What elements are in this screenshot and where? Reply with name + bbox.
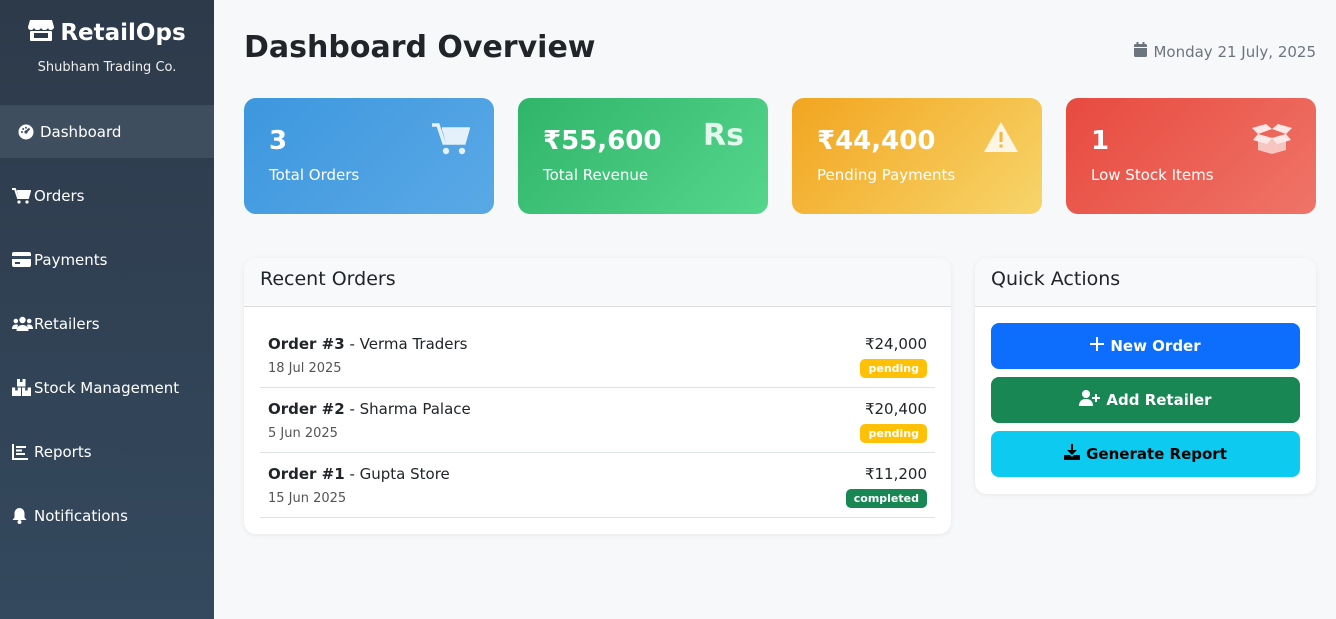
order-amount: ₹11,200 bbox=[864, 465, 927, 483]
recent-orders-card: Recent Orders Order #3 - Verma Traders 1… bbox=[244, 258, 951, 534]
sidebar-item-label: Dashboard bbox=[40, 122, 122, 141]
cart-icon bbox=[12, 187, 34, 204]
generate-report-button[interactable]: Generate Report bbox=[991, 431, 1300, 477]
sidebar-item-notifications[interactable]: Notifications bbox=[0, 489, 214, 542]
order-retailer: - Sharma Palace bbox=[349, 400, 471, 418]
stat-card-total-revenue: ₹55,600 Total Revenue Rs bbox=[518, 98, 768, 214]
stat-card-total-orders: 3 Total Orders bbox=[244, 98, 494, 214]
order-name: Order #1 - Gupta Store bbox=[268, 465, 927, 483]
plus-icon bbox=[1090, 337, 1105, 355]
status-badge: pending bbox=[860, 359, 927, 378]
sidebar-item-dashboard[interactable]: Dashboard bbox=[0, 105, 214, 158]
user-plus-icon bbox=[1079, 390, 1101, 410]
store-icon bbox=[28, 18, 55, 48]
stat-label: Total Revenue bbox=[543, 166, 649, 184]
sidebar-item-orders[interactable]: Orders bbox=[0, 169, 214, 222]
order-number: Order #2 bbox=[268, 400, 345, 418]
rupee-icon: Rs bbox=[703, 118, 744, 153]
page-title: Dashboard Overview bbox=[244, 30, 596, 65]
sidebar-item-label: Reports bbox=[34, 442, 92, 461]
company-name: Shubham Trading Co. bbox=[37, 60, 177, 75]
order-retailer: - Verma Traders bbox=[349, 335, 468, 353]
order-list: Order #3 - Verma Traders 18 Jul 2025 ₹24… bbox=[244, 307, 951, 518]
order-amount: ₹24,000 bbox=[864, 335, 927, 353]
sidebar-item-label: Stock Management bbox=[34, 378, 180, 397]
new-order-button[interactable]: New Order bbox=[991, 323, 1300, 369]
order-amount: ₹20,400 bbox=[864, 400, 927, 418]
add-retailer-button[interactable]: Add Retailer bbox=[991, 377, 1300, 423]
download-icon bbox=[1064, 444, 1081, 464]
order-number: Order #3 bbox=[268, 335, 345, 353]
order-number: Order #1 bbox=[268, 465, 345, 483]
status-badge: completed bbox=[845, 489, 927, 508]
order-date: 18 Jul 2025 bbox=[268, 361, 342, 376]
stat-label: Pending Payments bbox=[817, 166, 956, 184]
status-badge: pending bbox=[860, 424, 927, 443]
calendar-icon bbox=[1134, 42, 1148, 61]
add-retailer-label: Add Retailer bbox=[1106, 391, 1212, 409]
stat-label: Total Orders bbox=[269, 166, 360, 184]
brand-name: RetailOps bbox=[60, 20, 186, 46]
generate-report-label: Generate Report bbox=[1086, 445, 1227, 463]
bell-icon bbox=[12, 507, 34, 524]
date-text: Monday 21 July, 2025 bbox=[1153, 42, 1316, 61]
warning-icon bbox=[984, 122, 1018, 156]
order-retailer: - Gupta Store bbox=[349, 465, 450, 483]
cart-icon bbox=[432, 122, 471, 160]
order-row[interactable]: Order #3 - Verma Traders 18 Jul 2025 ₹24… bbox=[260, 323, 935, 388]
order-row[interactable]: Order #2 - Sharma Palace 5 Jun 2025 ₹20,… bbox=[260, 388, 935, 453]
new-order-label: New Order bbox=[1110, 337, 1201, 355]
sidebar-item-payments[interactable]: Payments bbox=[0, 233, 214, 286]
sidebar-item-reports[interactable]: Reports bbox=[0, 425, 214, 478]
chart-icon bbox=[12, 443, 34, 460]
open-box-icon bbox=[1252, 122, 1292, 158]
quick-actions-card: Quick Actions New Order Add Retailer Gen… bbox=[975, 258, 1316, 494]
sidebar-item-label: Retailers bbox=[34, 314, 100, 333]
sidebar-item-label: Notifications bbox=[34, 506, 128, 525]
recent-orders-title: Recent Orders bbox=[244, 258, 951, 307]
stat-label: Low Stock Items bbox=[1091, 166, 1214, 184]
order-name: Order #2 - Sharma Palace bbox=[268, 400, 927, 418]
boxes-icon bbox=[12, 379, 34, 396]
order-date: 15 Jun 2025 bbox=[268, 491, 347, 506]
sidebar: RetailOps Shubham Trading Co. Dashboard … bbox=[0, 0, 214, 619]
stat-card-low-stock: 1 Low Stock Items bbox=[1066, 98, 1316, 214]
users-icon bbox=[12, 316, 34, 331]
brand: RetailOps Shubham Trading Co. bbox=[0, 0, 214, 105]
sidebar-item-retailers[interactable]: Retailers bbox=[0, 297, 214, 350]
order-row[interactable]: Order #1 - Gupta Store 15 Jun 2025 ₹11,2… bbox=[260, 453, 935, 518]
brand-title: RetailOps bbox=[0, 18, 214, 48]
quick-actions-title: Quick Actions bbox=[975, 258, 1316, 307]
order-date: 5 Jun 2025 bbox=[268, 426, 338, 441]
stat-card-pending-payments: ₹44,400 Pending Payments bbox=[792, 98, 1042, 214]
sidebar-item-stock-management[interactable]: Stock Management bbox=[0, 361, 214, 414]
order-name: Order #3 - Verma Traders bbox=[268, 335, 927, 353]
credit-card-icon bbox=[12, 252, 34, 267]
sidebar-item-label: Orders bbox=[34, 186, 85, 205]
sidebar-item-label: Payments bbox=[34, 250, 108, 269]
current-date: Monday 21 July, 2025 bbox=[1134, 42, 1316, 61]
gauge-icon bbox=[18, 124, 40, 140]
